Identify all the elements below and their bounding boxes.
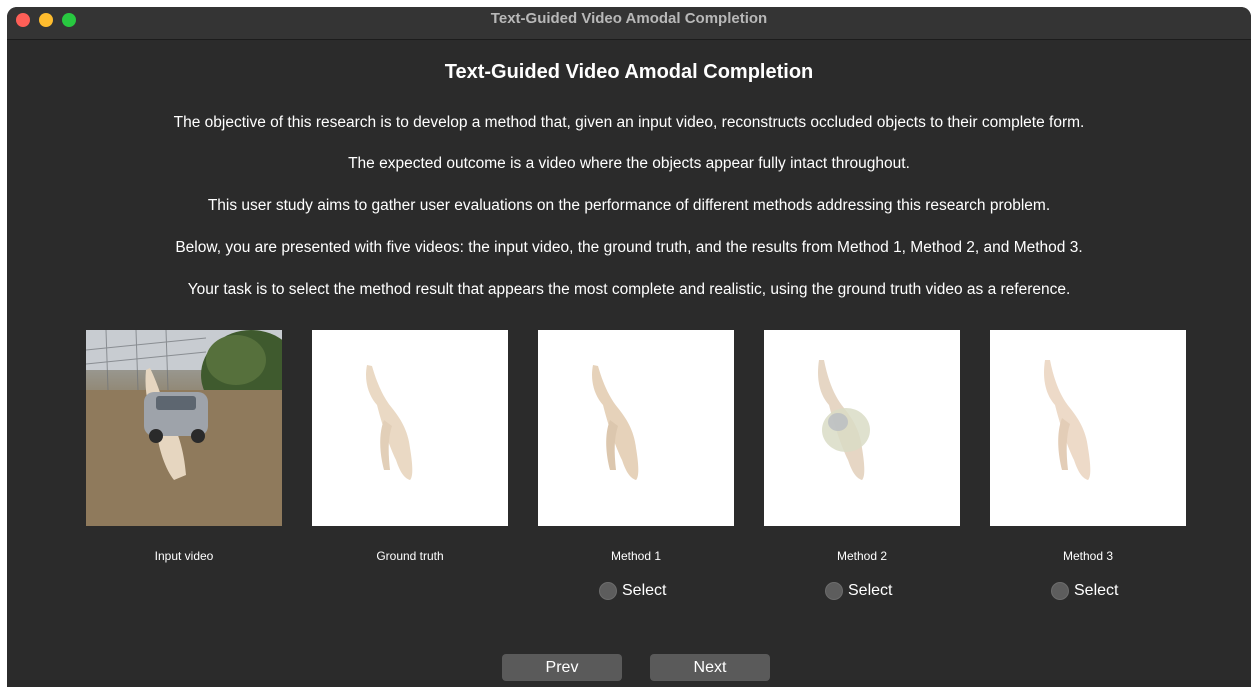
video-label-ground-truth: Ground truth [376, 549, 444, 563]
method-1-video-image [592, 365, 639, 480]
input-video-frame [86, 330, 282, 526]
prev-button[interactable]: Prev [502, 654, 622, 681]
method-2-video-frame [764, 330, 960, 526]
video-label-method-3: Method 3 [1062, 549, 1114, 563]
video-panel-method-1: Method 1 Select [538, 330, 734, 600]
app-window: Text-Guided Video Amodal Completion Text… [7, 7, 1251, 687]
input-video-image [86, 330, 282, 526]
intro-paragraph-2: The expected outcome is a video where th… [348, 155, 910, 172]
title-bar: Text-Guided Video Amodal Completion [7, 7, 1251, 40]
select-method-1-radio[interactable]: Select [599, 582, 666, 600]
select-label: Select [1074, 582, 1119, 599]
intro-paragraph-4: Below, you are presented with five video… [175, 239, 1083, 256]
radio-circle-icon[interactable] [599, 582, 617, 600]
page-heading: Text-Guided Video Amodal Completion [444, 61, 814, 83]
intro-paragraph-1: The objective of this research is to dev… [173, 114, 1085, 131]
ground-truth-video-image [366, 365, 413, 480]
next-button[interactable]: Next [650, 654, 770, 681]
video-panel-method-3: Method 3 Select [990, 330, 1186, 600]
select-method-3-radio[interactable]: Select [1051, 582, 1118, 600]
ground-truth-video-frame [312, 330, 508, 526]
select-method-2-radio[interactable]: Select [825, 582, 892, 600]
video-label-input: Input video [154, 549, 214, 563]
method-1-video-frame [538, 330, 734, 526]
video-label-method-2: Method 2 [836, 549, 888, 563]
intro-paragraph-3: This user study aims to gather user eval… [207, 197, 1051, 214]
video-label-method-1: Method 1 [610, 549, 662, 563]
method-2-video-image [818, 360, 870, 480]
video-panel-input: Input video [86, 330, 282, 563]
video-panel-method-2: Method 2 Select [764, 330, 960, 600]
select-label: Select [848, 582, 893, 599]
window-title: Text-Guided Video Amodal Completion [490, 10, 768, 27]
method-3-video-frame [990, 330, 1186, 526]
video-panel-ground-truth: Ground truth [312, 330, 508, 563]
method-3-video-image [1044, 360, 1091, 480]
select-label: Select [622, 582, 667, 599]
radio-circle-icon[interactable] [825, 582, 843, 600]
intro-paragraph-5: Your task is to select the method result… [187, 281, 1071, 298]
radio-circle-icon[interactable] [1051, 582, 1069, 600]
